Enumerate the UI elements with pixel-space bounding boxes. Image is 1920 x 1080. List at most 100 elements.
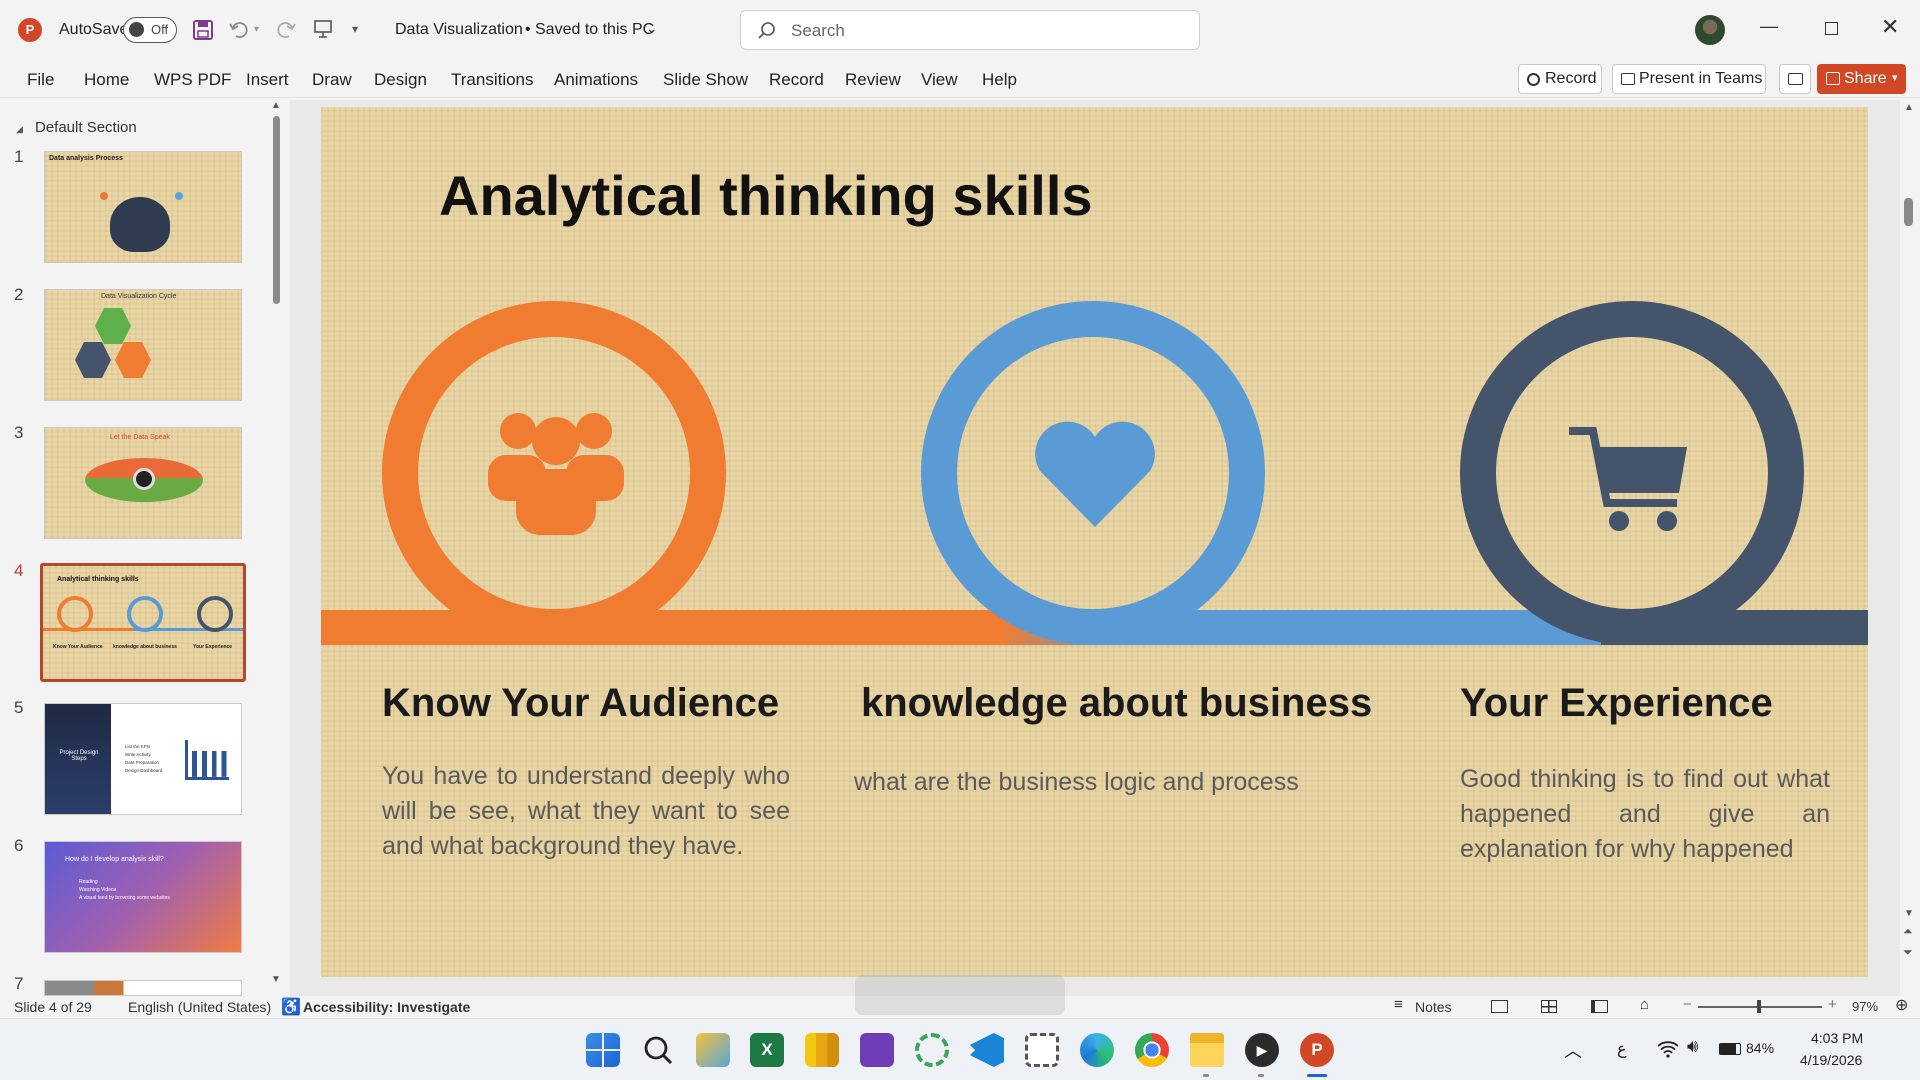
audience-group-icon (488, 413, 624, 535)
visual-studio-icon[interactable] (860, 1033, 894, 1067)
zoom-out-icon[interactable]: − (1683, 996, 1692, 1013)
slide-counter[interactable]: Slide 4 of 29 (14, 999, 92, 1015)
previous-slide-icon[interactable]: ⏶ (1903, 924, 1913, 939)
slide-title[interactable]: Analytical thinking skills (439, 163, 1093, 228)
col1-heading[interactable]: Know Your Audience (382, 681, 779, 726)
powerpoint-taskbar-icon[interactable]: P (1300, 1033, 1334, 1067)
col2-heading[interactable]: knowledge about business (861, 681, 1372, 726)
file-explorer-icon[interactable] (1190, 1033, 1224, 1067)
snipping-tool-icon[interactable] (696, 1033, 730, 1067)
save-icon[interactable] (192, 19, 214, 41)
language-indicator[interactable]: English (United States) (128, 999, 271, 1015)
slide-thumbnail-6[interactable]: How do I develop analysis skill? Reading… (44, 841, 242, 953)
presentation-icon[interactable] (312, 18, 334, 40)
search-icon[interactable] (641, 1033, 675, 1067)
fit-to-window-icon[interactable]: ⊕ (1895, 995, 1908, 1015)
share-button[interactable]: Share ▾ (1817, 64, 1906, 94)
avatar[interactable] (1695, 15, 1725, 45)
tab-draw[interactable]: Draw (312, 70, 352, 90)
slide-thumbnail-1[interactable]: Data analysis Process (44, 151, 242, 263)
chrome-icon[interactable] (1135, 1033, 1169, 1067)
restore-icon[interactable] (1825, 22, 1838, 35)
slide-canvas[interactable]: Analytical thinking skills Know Your Aud… (321, 107, 1868, 977)
col3-heading[interactable]: Your Experience (1460, 681, 1773, 726)
battery-icon[interactable] (1719, 1043, 1741, 1055)
scroll-up-icon[interactable]: ▲ (1904, 102, 1914, 113)
section-collapse-icon[interactable]: ◢ (16, 124, 23, 135)
section-label[interactable]: Default Section (35, 119, 137, 136)
slide-thumbnail-3[interactable]: Let the Data Speak (44, 427, 242, 539)
present-in-teams-button[interactable]: Present in Teams (1612, 64, 1766, 94)
scroll-thumb[interactable] (273, 116, 280, 304)
volume-icon[interactable]: 🔊︎ (1687, 1036, 1698, 1057)
scroll-down-icon[interactable]: ▼ (271, 974, 281, 985)
zoom-slider[interactable] (1698, 1000, 1822, 1013)
edge-icon[interactable] (1080, 1033, 1114, 1067)
vscode-icon[interactable] (970, 1033, 1004, 1067)
input-language[interactable]: ع (1617, 1039, 1627, 1059)
media-player-icon[interactable]: ▶ (1245, 1033, 1279, 1067)
tab-file[interactable]: File (27, 70, 54, 90)
next-slide-icon[interactable]: ⏷ (1903, 945, 1913, 960)
col3-body[interactable]: Good thinking is to find out what happen… (1460, 762, 1830, 867)
scroll-down-icon[interactable]: ▼ (1904, 908, 1914, 919)
clock-time[interactable]: 4:03 PM (1811, 1030, 1863, 1046)
tab-wps-pdf[interactable]: WPS PDF (154, 70, 231, 90)
wifi-icon[interactable] (1657, 1040, 1679, 1058)
tab-review[interactable]: Review (845, 70, 901, 90)
screen-capture-icon[interactable] (1025, 1033, 1059, 1067)
share-label: Share (1844, 70, 1887, 87)
windows-start-icon[interactable] (586, 1033, 620, 1067)
tab-view[interactable]: View (921, 70, 958, 90)
slide-sorter-icon[interactable] (1541, 1000, 1557, 1013)
comments-button[interactable] (1779, 64, 1811, 94)
scroll-thumb[interactable] (1904, 198, 1913, 226)
thumb-title: Let the Data Speak (110, 434, 170, 441)
record-button[interactable]: Record (1518, 64, 1602, 94)
zoom-slider-thumb[interactable] (1757, 1000, 1761, 1013)
slide-thumbnail-7[interactable] (44, 980, 242, 996)
slide-show-icon[interactable]: ⌂ (1640, 996, 1649, 1013)
tab-record[interactable]: Record (769, 70, 824, 90)
tab-help[interactable]: Help (982, 70, 1017, 90)
undo-icon[interactable] (228, 19, 250, 41)
normal-view-icon[interactable] (1491, 1000, 1508, 1013)
undo-dropdown-icon[interactable]: ▾ (254, 24, 259, 35)
slide-scrollbar[interactable]: ▲ ▼ ⏶ ⏷ (1900, 100, 1918, 996)
save-status[interactable]: Saved to this PC (535, 21, 654, 39)
power-bi-icon[interactable] (805, 1033, 839, 1067)
zoom-level[interactable]: 97% (1852, 999, 1878, 1014)
tab-slide-show[interactable]: Slide Show (663, 70, 748, 90)
scroll-up-icon[interactable]: ▲ (271, 100, 281, 111)
col2-body[interactable]: what are the business logic and process (854, 765, 1334, 800)
slide-thumbnail-2[interactable]: Data Visualization Cycle (44, 289, 242, 401)
zoom-in-icon[interactable]: + (1828, 996, 1837, 1013)
thumb-item: Design Dashboard (125, 768, 163, 773)
tab-transitions[interactable]: Transitions (451, 70, 534, 90)
redo-icon[interactable] (275, 19, 297, 41)
excel-icon[interactable]: X (750, 1033, 784, 1067)
customize-toolbar-icon[interactable]: ▾ (352, 22, 358, 36)
notes-button[interactable]: Notes (1415, 999, 1452, 1015)
minimize-icon[interactable]: — (1760, 16, 1778, 37)
document-title[interactable]: Data Visualization (395, 21, 523, 39)
tab-animations[interactable]: Animations (554, 70, 638, 90)
search-input[interactable]: Search (740, 10, 1200, 50)
autosave-toggle[interactable]: Off (123, 17, 177, 43)
tab-design[interactable]: Design (374, 70, 427, 90)
reading-view-icon[interactable] (1591, 1000, 1608, 1013)
accessibility-status[interactable]: Accessibility: Investigate (303, 999, 470, 1015)
show-hidden-icons[interactable]: ︿ (1564, 1037, 1582, 1063)
clock-date[interactable]: 4/19/2026 (1800, 1052, 1862, 1068)
title-chevron-down-icon[interactable]: ⌄ (646, 20, 658, 37)
close-icon[interactable]: ✕ (1881, 14, 1899, 40)
spinner-app-icon[interactable] (915, 1033, 949, 1067)
tab-insert[interactable]: Insert (246, 70, 289, 90)
col1-body[interactable]: You have to understand deeply who will b… (382, 759, 790, 864)
accessibility-icon[interactable]: ♿ (281, 997, 301, 1017)
slide-thumbnail-4-selected[interactable]: Analytical thinking skills Know Your Aud… (40, 563, 246, 682)
thumbnail-scrollbar[interactable]: ▲ ▼ (270, 100, 284, 990)
notes-icon[interactable]: ≡ (1394, 996, 1403, 1013)
slide-thumbnail-5[interactable]: Project Design Steps List the KPIs Write… (44, 703, 242, 815)
tab-home[interactable]: Home (84, 70, 129, 90)
